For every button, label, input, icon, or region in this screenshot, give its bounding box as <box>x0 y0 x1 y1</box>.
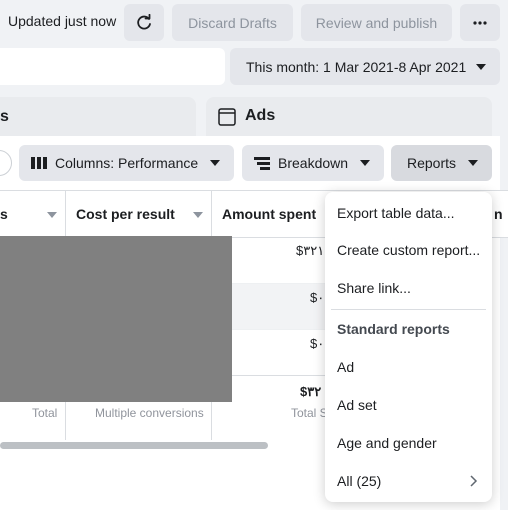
menu-item-all[interactable]: All (25) <box>325 462 492 500</box>
redacted-area <box>0 236 232 402</box>
columns-label: Columns: Performance <box>55 155 199 171</box>
status-text: Updated just now <box>8 13 117 29</box>
total-amount: $۳۲ <box>300 384 322 399</box>
multiple-conversions-label: Multiple conversions <box>95 406 204 420</box>
total-label: Total <box>32 406 58 420</box>
column-header-amount-spent[interactable]: Amount spent <box>222 206 316 222</box>
more-button[interactable] <box>460 4 500 41</box>
breakdown-icon <box>254 157 270 170</box>
menu-item-custom-report[interactable]: Create custom report... <box>325 231 492 269</box>
menu-item-export[interactable]: Export table data... <box>325 194 492 232</box>
breakdown-label: Breakdown <box>278 155 349 171</box>
chevron-right-icon <box>470 475 478 487</box>
refresh-icon <box>137 13 151 29</box>
columns-icon <box>31 157 47 169</box>
search-box[interactable] <box>0 48 225 85</box>
more-icon <box>473 20 487 25</box>
discard-drafts-button[interactable]: Discard Drafts <box>172 4 293 41</box>
amount-cell: $۰ <box>310 290 325 305</box>
reports-dropdown-menu: Export table data... Create custom repor… <box>325 192 492 502</box>
tab-ads-label: Ads <box>245 107 276 124</box>
reports-label: Reports <box>407 155 457 171</box>
menu-item-ad-set[interactable]: Ad set <box>325 386 492 424</box>
amount-cell: $۳۲۱ <box>296 243 325 258</box>
chevron-down-icon <box>476 64 486 70</box>
column-header-cost-per-result[interactable]: Cost per result <box>76 206 175 222</box>
columns-button[interactable]: Columns: Performance <box>19 145 234 181</box>
date-range-label: This month: 1 Mar 2021-8 Apr 2021 <box>246 58 467 75</box>
date-range-selector[interactable]: This month: 1 Mar 2021-8 Apr 2021 <box>230 48 500 85</box>
refresh-button[interactable] <box>124 4 164 41</box>
review-publish-button[interactable]: Review and publish <box>301 4 452 41</box>
chevron-down-icon <box>468 160 478 166</box>
column-header-partial[interactable]: n <box>494 206 503 222</box>
chevron-down-icon <box>210 160 220 166</box>
sort-icon[interactable] <box>193 212 203 218</box>
tab-previous-label: s <box>0 108 9 125</box>
sort-icon[interactable] <box>47 212 57 218</box>
horizontal-scrollbar[interactable] <box>0 442 268 449</box>
menu-section-title: Standard reports <box>337 321 450 337</box>
total-spent-label: Total S <box>291 406 328 420</box>
menu-item-ad[interactable]: Ad <box>325 348 492 386</box>
menu-item-all-label: All (25) <box>337 473 382 489</box>
ads-icon <box>218 108 236 126</box>
reports-button[interactable]: Reports <box>391 145 492 181</box>
menu-item-share-link[interactable]: Share link... <box>325 269 492 307</box>
breakdown-button[interactable]: Breakdown <box>242 145 384 181</box>
chevron-down-icon <box>360 160 370 166</box>
menu-item-age-gender[interactable]: Age and gender <box>325 424 492 462</box>
amount-cell: $۰ <box>310 336 325 351</box>
column-header-results[interactable]: s <box>0 206 8 222</box>
